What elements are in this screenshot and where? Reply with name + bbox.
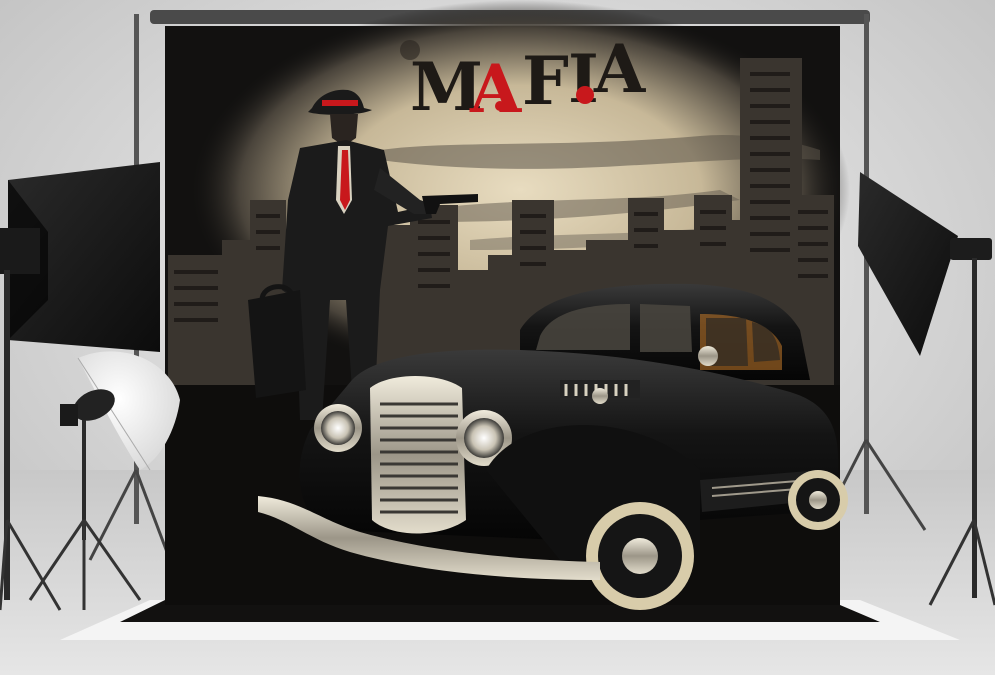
car-window-mid bbox=[640, 304, 692, 352]
hat-band bbox=[322, 100, 358, 106]
title-letter-2: A bbox=[469, 50, 522, 128]
fog-lamp bbox=[592, 388, 608, 404]
mafia-backdrop: M A F I A bbox=[120, 0, 880, 622]
paint-splatter bbox=[576, 86, 594, 104]
title-letter-5: A bbox=[593, 30, 646, 108]
studio-scene: M A F I A bbox=[0, 0, 995, 675]
ink-blot bbox=[400, 40, 420, 60]
paint-splatter bbox=[495, 101, 505, 111]
studio-photo: M A F I A bbox=[0, 0, 995, 675]
side-mirror bbox=[698, 346, 718, 366]
car-grille bbox=[370, 376, 466, 534]
title-letter-3: F bbox=[522, 42, 569, 120]
briefcase bbox=[248, 290, 306, 398]
